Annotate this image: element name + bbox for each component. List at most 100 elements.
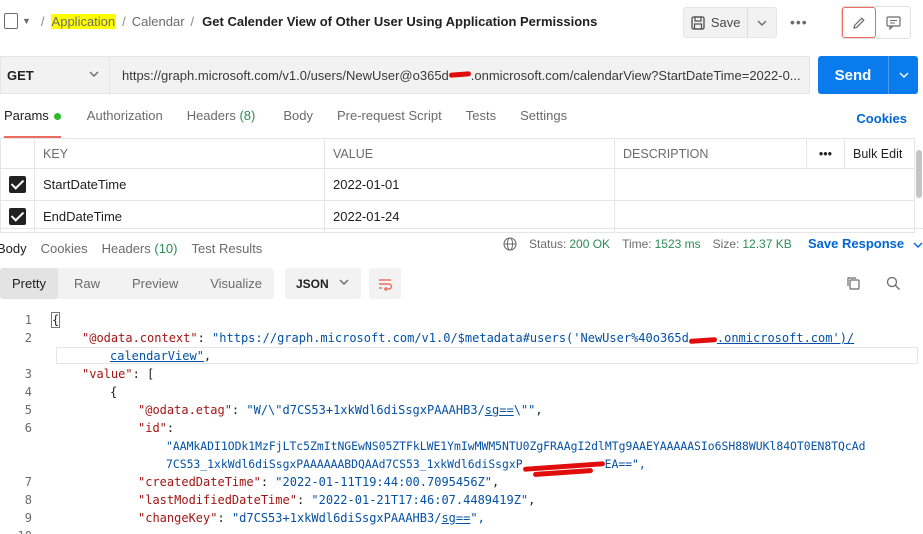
globe-icon[interactable] xyxy=(503,237,517,251)
json-string: ", xyxy=(470,511,485,525)
param-checkbox[interactable] xyxy=(0,168,35,201)
code-line: "id": xyxy=(138,421,175,435)
response-body-code[interactable]: 1 2 3 4 5 6 7 8 9 10 { "@odata.context":… xyxy=(0,309,923,534)
tab-headers[interactable]: Headers (8) xyxy=(187,108,256,138)
breadcrumb-separator: / xyxy=(122,13,126,29)
top-bar: ▼ / Application / Calendar / Get Calende… xyxy=(0,0,923,45)
json-string: EA==", xyxy=(604,457,646,471)
resp-tab-body[interactable]: Body xyxy=(0,241,27,256)
json-string: "d7CS53+1xkWdl6diSsgxPAAAHB3/ xyxy=(231,511,442,525)
json-key: "id" xyxy=(138,421,167,435)
resp-tab-test-results[interactable]: Test Results xyxy=(192,241,263,256)
json-string: "2022-01-21T17:46:07.4489419Z" xyxy=(311,493,529,507)
code-line: "changeKey": "d7CS53+1xkWdl6diSsgxPAAAHB… xyxy=(138,511,485,525)
save-button[interactable]: Save xyxy=(684,8,749,37)
url-text: https://graph.microsoft.com/v1.0/users/N… xyxy=(122,67,449,83)
url-text-tail: .onmicrosoft.com/calendarView?StartDateT… xyxy=(470,67,801,83)
caret-down-icon[interactable]: ▼ xyxy=(22,16,31,26)
chevron-down-icon xyxy=(913,242,923,248)
tab-params-label: Params xyxy=(4,108,49,123)
code-line: { xyxy=(50,312,61,328)
json-string-link[interactable]: sg== xyxy=(485,403,514,417)
code-line: { xyxy=(110,385,118,399)
breadcrumb-collection[interactable]: Application xyxy=(50,13,117,29)
breadcrumb: ▼ / Application / Calendar / Get Calende… xyxy=(4,13,597,29)
line-number: 2 xyxy=(24,331,32,345)
resp-tab-headers[interactable]: Headers (10) xyxy=(102,241,178,256)
line-number: 10 xyxy=(0,529,32,534)
send-button[interactable]: Send xyxy=(818,67,888,84)
language-select[interactable]: JSON xyxy=(285,268,361,299)
send-button-group: Send xyxy=(818,56,918,94)
json-key: "lastModifiedDateTime" xyxy=(138,493,297,507)
tab-tests[interactable]: Tests xyxy=(466,108,496,138)
status-value[interactable]: 200 OK xyxy=(569,237,610,251)
tab-authorization[interactable]: Authorization xyxy=(87,108,163,138)
tab-body[interactable]: Body xyxy=(283,108,313,138)
json-key: "value" xyxy=(82,367,133,381)
time-label: Time: xyxy=(622,237,652,251)
save-response-button[interactable]: Save Response xyxy=(808,236,923,251)
chevron-down-icon xyxy=(339,277,349,288)
json-key: "createdDateTime" xyxy=(138,475,261,489)
param-key-cell[interactable]: StartDateTime xyxy=(34,168,325,201)
code-line: "createdDateTime": "2022-01-11T19:44:00.… xyxy=(138,475,500,489)
table-row: StartDateTime 2022-01-01 xyxy=(0,168,915,201)
raw-button[interactable]: Raw xyxy=(58,268,116,299)
request-tabs: Params Authorization Headers (8) Body Pr… xyxy=(0,108,923,138)
breadcrumb-folder[interactable]: Calendar xyxy=(132,14,185,29)
json-string-link[interactable]: sg== xyxy=(441,511,470,525)
send-options-chevron-down-icon[interactable] xyxy=(888,56,918,94)
param-description-cell[interactable] xyxy=(614,168,915,201)
pretty-button[interactable]: Pretty xyxy=(0,268,58,299)
mode-toggle xyxy=(841,6,911,39)
time-value[interactable]: 1523 ms xyxy=(655,237,701,251)
bulk-edit-button[interactable]: Bulk Edit xyxy=(844,138,915,169)
param-value-cell[interactable]: 2022-01-01 xyxy=(324,168,615,201)
language-value: JSON xyxy=(296,276,329,291)
json-key: "changeKey" xyxy=(138,511,218,525)
key-column-header: KEY xyxy=(34,138,325,169)
response-status-bar: Status: 200 OK Time: 1523 ms Size: 12.37… xyxy=(503,237,804,251)
preview-button[interactable]: Preview xyxy=(116,268,194,299)
breadcrumb-separator: / xyxy=(40,13,45,29)
tab-params[interactable]: Params xyxy=(4,108,61,138)
save-button-group: Save xyxy=(683,7,777,38)
comment-icon[interactable] xyxy=(876,7,910,38)
resp-tab-cookies[interactable]: Cookies xyxy=(41,241,88,256)
resp-tab-headers-count: (10) xyxy=(154,240,178,256)
code-line: "@odata.etag": "W/\"d7CS53+1xkWdl6diSsgx… xyxy=(138,403,543,417)
more-options-icon[interactable]: ••• xyxy=(790,14,808,30)
json-string[interactable]: .onmicrosoft.com')/ xyxy=(717,331,854,345)
json-string: 7CS53_1xkWdl6diSsgxPAAAAAABDQAAd7CS53_1x… xyxy=(166,457,523,471)
tab-settings[interactable]: Settings xyxy=(520,108,567,138)
tab-pre-request-script[interactable]: Pre-request Script xyxy=(337,108,442,138)
format-toolbar: Pretty Raw Preview Visualize xyxy=(0,268,275,299)
column-options-icon[interactable]: ••• xyxy=(806,138,845,169)
size-value[interactable]: 12.37 KB xyxy=(742,237,791,251)
line-number: 6 xyxy=(24,421,32,435)
url-input[interactable]: https://graph.microsoft.com/v1.0/users/N… xyxy=(110,56,810,94)
breadcrumb-separator: / xyxy=(190,13,195,29)
params-table: KEY VALUE DESCRIPTION ••• Bulk Edit Star… xyxy=(0,138,915,233)
edit-pencil-icon[interactable] xyxy=(842,7,877,38)
visualize-button[interactable]: Visualize xyxy=(194,268,274,299)
json-string: "W/\"d7CS53+1xkWdl6diSsgxPAAAHB3/ xyxy=(246,403,485,417)
resp-tab-headers-label: Headers xyxy=(101,240,151,256)
request-title[interactable]: Get Calender View of Other User Using Ap… xyxy=(202,14,597,29)
value-column-header: VALUE xyxy=(324,138,615,169)
http-method-select[interactable]: GET xyxy=(0,56,110,94)
http-method-value: GET xyxy=(7,67,34,83)
line-number: 9 xyxy=(24,511,32,525)
save-options-chevron-down-icon[interactable] xyxy=(748,8,776,37)
copy-icon[interactable] xyxy=(846,276,861,294)
json-string[interactable]: calendarView" xyxy=(110,349,204,363)
checkbox-checked-icon xyxy=(9,176,26,194)
params-scrollbar[interactable] xyxy=(916,150,922,198)
tab-headers-label: Headers xyxy=(186,108,236,123)
search-icon[interactable] xyxy=(886,276,901,294)
cookies-link[interactable]: Cookies xyxy=(856,111,907,126)
json-string: "https://graph.microsoft.com/v1.0/$metad… xyxy=(212,331,689,345)
wrap-lines-icon[interactable] xyxy=(369,268,401,299)
code-line: "lastModifiedDateTime": "2022-01-21T17:4… xyxy=(138,493,536,507)
